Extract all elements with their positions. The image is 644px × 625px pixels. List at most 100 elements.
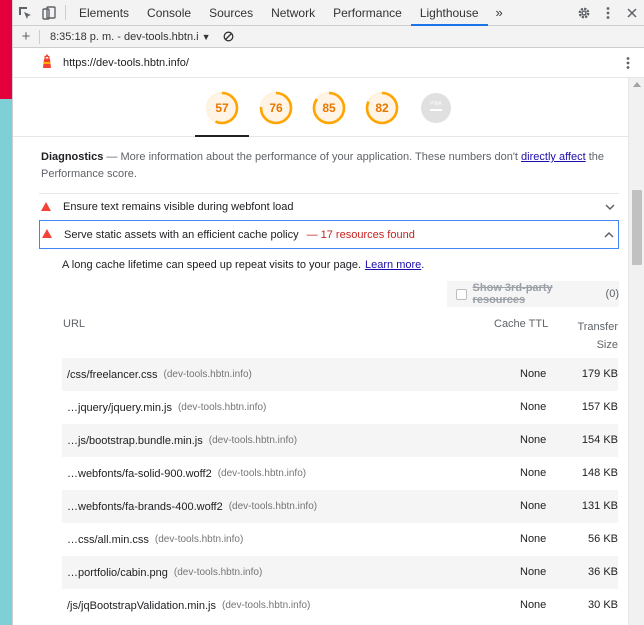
gauge-accessibility[interactable]: 76 [259,91,293,125]
resource-cache-ttl: None [520,599,547,611]
inspect-element-icon[interactable] [13,0,37,25]
score-gauges: 57 76 85 82 PWA [13,78,629,137]
third-party-count: (0) [605,288,619,300]
tab-elements[interactable]: Elements [70,0,138,25]
diagnostics-text: — More information about the performance… [103,151,522,163]
resources-found-count: — 17 resources found [306,228,415,241]
resource-cache-ttl: None [520,566,547,578]
report-scrollbar[interactable] [628,78,644,625]
report-content: 57 76 85 82 PWA Diagnostics — More infor… [13,78,629,625]
third-party-checkbox[interactable] [456,288,467,300]
resource-url[interactable]: …css/all.min.css [67,534,149,546]
learn-more-link[interactable]: Learn more [365,259,421,271]
table-row: …css/all.min.css (dev-tools.hbtn.info) N… [62,523,618,556]
resource-host: (dev-tools.hbtn.info) [177,402,267,413]
table-header: URL Cache TTL Transfer Size [62,318,618,358]
report-url: https://dev-tools.hbtn.info/ [63,56,189,69]
gauge-pwa[interactable]: PWA [419,91,453,125]
gauge-seo-value: 82 [375,101,389,115]
resource-host: (dev-tools.hbtn.info) [154,534,244,545]
resource-size: 56 KB [588,533,618,545]
resource-host: (dev-tools.hbtn.info) [221,600,311,611]
resource-url[interactable]: …jquery/jquery.min.js [67,402,172,414]
scrollbar-thumb[interactable] [632,190,642,265]
resource-host: (dev-tools.hbtn.info) [208,435,298,446]
resource-cache-ttl: None [520,467,547,479]
third-party-label: Show 3rd-party resources [472,282,553,306]
devtools-tabbar: Elements Console Sources Network Perform… [13,0,644,26]
resource-url[interactable]: …webfonts/fa-brands-400.woff2 [67,501,223,513]
more-tabs-button[interactable]: » [488,0,511,25]
chevron-up-icon [604,229,614,241]
resource-url[interactable]: …js/bootstrap.bundle.min.js [67,435,203,447]
resource-host: (dev-tools.hbtn.info) [163,369,252,380]
fail-triangle-icon [41,202,51,214]
settings-gear-icon[interactable] [572,6,596,20]
resource-url[interactable]: /css/freelancer.css [67,369,157,381]
gauge-seo[interactable]: 82 [365,91,399,125]
table-row: …jquery/jquery.min.js (dev-tools.hbtn.in… [62,391,618,424]
inspected-page-strip [0,0,12,625]
device-toolbar-icon[interactable] [37,0,61,25]
audit-explanation: A long cache lifetime can speed up repea… [62,249,629,281]
resource-size: 148 KB [581,467,618,479]
tab-performance[interactable]: Performance [324,0,411,25]
report-menu-kebab-icon[interactable] [626,56,630,73]
tab-lighthouse[interactable]: Lighthouse [410,0,488,26]
resource-cache-ttl: None [520,401,547,413]
gauge-performance-value: 57 [215,101,229,115]
resource-size: 131 KB [581,500,618,512]
resource-size: 157 KB [581,401,618,413]
resource-cache-ttl: None [520,368,547,380]
directly-affect-link[interactable]: directly affect [521,151,586,163]
column-header-size-line2: Size [596,339,618,351]
audit-label: Ensure text remains visible during webfo… [63,201,294,213]
column-header-url: URL [63,318,86,330]
resource-cache-ttl: None [520,500,547,512]
scroll-up-arrow-icon[interactable] [633,82,641,87]
audit-label: Serve static assets with an efficient ca… [64,228,299,241]
table-row: /css/freelancer.css (dev-tools.hbtn.info… [62,358,618,391]
audit-cache-policy[interactable]: Serve static assets with an efficient ca… [39,220,619,249]
tab-sources[interactable]: Sources [200,0,262,25]
table-row: …js/bootstrap.bundle.min.js (dev-tools.h… [62,424,618,457]
lighthouse-toolbar: + 8:35:18 p. m. - dev-tools.hbtn.i ▼ [13,26,644,48]
pwa-badge-label: PWA [429,101,443,107]
customize-kebab-icon[interactable] [596,6,620,20]
gauge-best-practices-value: 85 [322,101,336,115]
third-party-filter[interactable]: Show 3rd-party resources (0) [447,281,619,307]
resource-url[interactable]: /js/jqBootstrapValidation.min.js [67,600,216,612]
devtools-panel: Elements Console Sources Network Perform… [12,0,644,625]
column-header-transfer-size: Transfer Size [577,318,618,354]
diagnostics-description: Diagnostics — More information about the… [13,137,629,193]
lighthouse-logo-icon [41,53,53,72]
report-selector[interactable]: 8:35:18 p. m. - dev-tools.hbtn.i ▼ [40,31,211,43]
resource-cache-ttl: None [520,533,547,545]
tab-console[interactable]: Console [138,0,200,25]
clear-reports-icon[interactable] [223,31,234,42]
close-devtools-icon[interactable] [620,8,644,18]
resource-size: 30 KB [588,599,618,611]
resource-cache-ttl: None [520,434,547,446]
tabbar-separator [65,5,66,20]
fail-triangle-icon [42,229,52,241]
table-row: …webfonts/fa-solid-900.woff2 (dev-tools.… [62,457,618,490]
report-url-bar: https://dev-tools.hbtn.info/ [13,48,644,78]
table-row: …webfonts/fa-brands-400.woff2 (dev-tools… [62,490,618,523]
resource-size: 36 KB [588,566,618,578]
active-gauge-underline [195,135,249,137]
new-report-plus-icon[interactable]: + [13,28,39,45]
gauge-best-practices[interactable]: 85 [312,91,346,125]
gauge-performance[interactable]: 57 [205,91,239,125]
audit-font-display[interactable]: Ensure text remains visible during webfo… [39,193,619,220]
resource-url[interactable]: …webfonts/fa-solid-900.woff2 [67,468,212,480]
diagnostics-title: Diagnostics [41,151,104,163]
audit-explanation-text: A long cache lifetime can speed up repea… [62,259,362,271]
report-selector-label: 8:35:18 p. m. - dev-tools.hbtn.i [50,30,199,43]
table-row: /js/jqBootstrapValidation.min.js (dev-to… [62,589,618,622]
tab-network[interactable]: Network [262,0,324,25]
resource-url[interactable]: …portfolio/cabin.png [67,567,168,579]
caret-down-icon: ▼ [201,31,211,42]
column-header-size-line1: Transfer [577,321,618,333]
gauge-accessibility-value: 76 [269,101,283,115]
